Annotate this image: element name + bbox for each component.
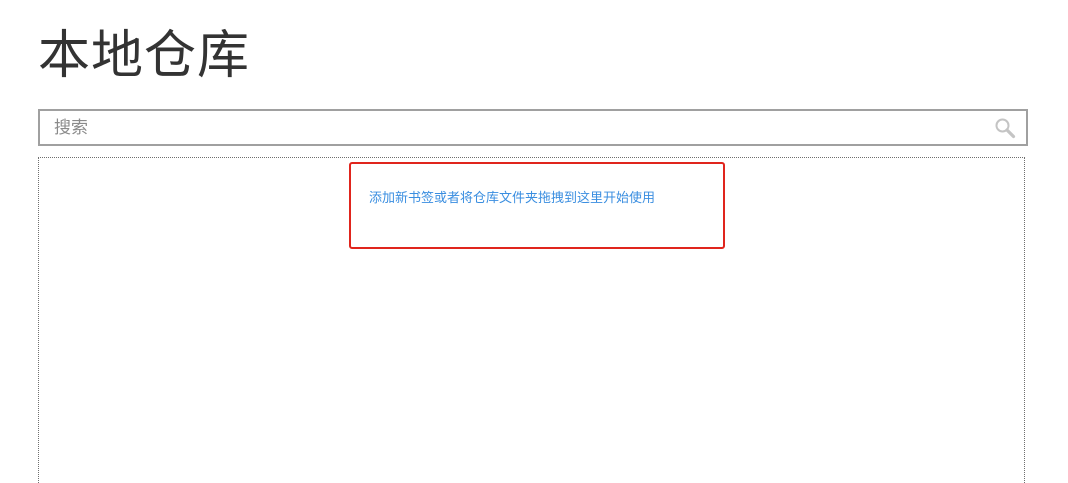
empty-state-hint: 添加新书签或者将仓库文件夹拖拽到这里开始使用 bbox=[369, 191, 656, 206]
empty-state-highlight: 添加新书签或者将仓库文件夹拖拽到这里开始使用 bbox=[349, 162, 725, 249]
search-box bbox=[38, 109, 1028, 146]
page-title: 本地仓库 bbox=[38, 26, 251, 86]
local-repositories-page: 本地仓库 添加新书签或者将仓库文件夹拖拽到这里开始使用 bbox=[0, 0, 1068, 483]
search-input[interactable] bbox=[40, 111, 980, 144]
search-icon[interactable] bbox=[994, 117, 1016, 139]
